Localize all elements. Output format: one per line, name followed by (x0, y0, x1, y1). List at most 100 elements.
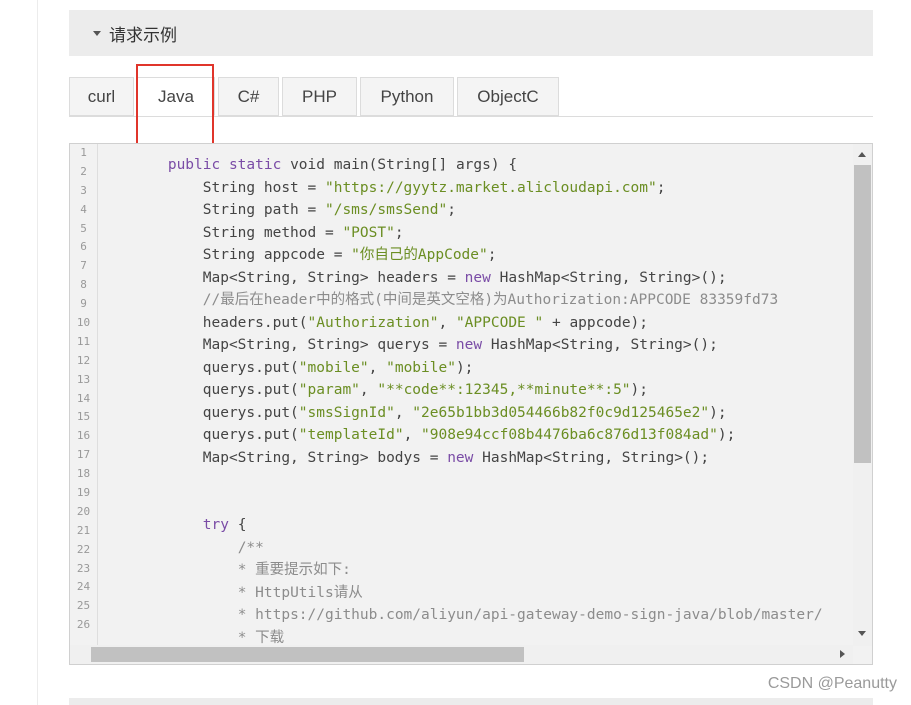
line-number: 1 (80, 146, 87, 159)
code-line: headers.put("Authorization", "APPCODE " … (98, 312, 852, 335)
line-number: 20 (76, 504, 91, 518)
next-section-header[interactable] (69, 698, 873, 705)
code-token: "https://gyytz.market.alicloudapi.com" (324, 179, 657, 196)
code-content[interactable]: public static void main(String[] args) {… (98, 154, 852, 644)
scroll-down-arrow-icon[interactable] (858, 631, 866, 636)
code-token: * 下载 (237, 629, 285, 645)
tab-csharp[interactable]: C# (218, 77, 279, 116)
code-token: "templateId" (298, 427, 404, 443)
line-number: 24 (76, 580, 91, 594)
code-token: String host = (98, 179, 325, 196)
code-editor[interactable]: 1 2 3 4 5 6 7 8 9 10 11 12 13 14 15 16 17 18 19 20 21 22 23 24 2… (69, 143, 873, 665)
line-number: 3 (80, 183, 87, 197)
code-line: Map<String, String> querys = new HashMap… (98, 334, 852, 357)
code-token: , (438, 314, 456, 331)
code-line: try { (98, 514, 852, 537)
code-token: HashMap<String, String>(); (490, 269, 727, 286)
line-number: 9 (80, 297, 87, 311)
code-token: "/sms/smsSend" (324, 202, 448, 218)
scroll-up-arrow-icon[interactable] (858, 152, 866, 157)
tab-objectc[interactable]: ObjectC (457, 77, 559, 116)
code-token: public static (167, 157, 282, 173)
code-token: HashMap<String, String>(); (473, 449, 710, 466)
line-number: 2 (80, 164, 87, 178)
code-token: * 重要提示如下: (237, 562, 351, 578)
code-token: , (359, 382, 378, 398)
code-token: "mobile" (298, 359, 369, 376)
left-divider (37, 0, 38, 705)
code-token: "smsSignId" (298, 404, 395, 421)
line-number: 23 (76, 561, 91, 575)
code-token: "param" (298, 382, 360, 398)
code-token: //最后在header中的格式(中间是英文空格)为Authorization:A… (202, 292, 779, 308)
line-number: 12 (76, 353, 91, 367)
highlight-annotation-box (136, 64, 214, 150)
code-line: * HttpUtils请从 (98, 582, 852, 605)
horizontal-scrollbar[interactable] (70, 645, 853, 664)
tab-curl[interactable]: curl (69, 77, 134, 116)
line-number: 26 (76, 618, 91, 632)
code-token: ; (394, 224, 404, 241)
request-example-header[interactable]: 请求示例 (69, 10, 873, 56)
code-token: "APPCODE " (455, 314, 544, 331)
line-number: 7 (80, 259, 87, 273)
code-token: String path = (98, 202, 325, 218)
caret-down-icon[interactable] (93, 30, 101, 36)
code-token: String appcode = (98, 247, 352, 263)
scroll-right-arrow-icon[interactable] (840, 650, 845, 658)
code-line: querys.put("param", "**code**:12345,**mi… (98, 379, 852, 402)
code-token: headers.put( (98, 314, 308, 331)
code-line: /** (98, 537, 852, 560)
code-token: Map<String, String> headers = (98, 269, 465, 286)
vertical-scrollbar[interactable] (853, 144, 872, 646)
line-number: 17 (76, 448, 91, 462)
section-title: 请求示例 (109, 25, 177, 46)
code-token: querys.put( (98, 359, 299, 376)
line-number: 25 (76, 599, 91, 613)
code-line: Map<String, String> headers = new HashMa… (98, 267, 852, 290)
code-line: * https://github.com/aliyun/api-gateway-… (98, 604, 852, 627)
code-token: new (464, 269, 491, 286)
code-line: String appcode = "你自己的AppCode"; (98, 244, 852, 267)
line-number: 13 (76, 372, 91, 386)
line-number: 21 (76, 523, 91, 537)
code-token: new (455, 337, 483, 353)
code-token: ; (656, 179, 666, 196)
code-token: ; (447, 202, 456, 218)
line-number: 22 (76, 542, 91, 556)
code-token: new (447, 449, 474, 466)
vertical-scroll-thumb[interactable] (854, 165, 871, 463)
code-line: //最后在header中的格式(中间是英文空格)为Authorization:A… (98, 289, 852, 312)
line-number: 4 (80, 202, 87, 216)
code-token: { (228, 517, 247, 533)
code-token: "**code**:12345,**minute**:5" (377, 382, 631, 398)
code-token: ); (455, 359, 474, 376)
line-number: 18 (76, 467, 91, 481)
code-token: , (394, 404, 413, 421)
code-token: HashMap<String, String>(); (482, 337, 718, 353)
line-number: 16 (76, 429, 91, 443)
code-line: Map<String, String> bodys = new HashMap<… (98, 447, 852, 470)
code-token: void main(String[] args) { (281, 157, 518, 173)
tab-php[interactable]: PHP (282, 77, 357, 116)
code-token: /** (237, 539, 264, 556)
code-token: , (403, 427, 422, 443)
code-line: querys.put("smsSignId", "2e65b1bb3d05446… (98, 402, 852, 425)
code-token: ); (630, 382, 649, 398)
code-token: * HttpUtils请从 (237, 584, 363, 601)
line-number: 5 (80, 221, 87, 235)
code-token: ; (487, 247, 497, 263)
code-token: "2e65b1bb3d054466b82f0c9d125465e2" (412, 404, 710, 421)
horizontal-scroll-thumb[interactable] (91, 647, 524, 662)
code-line: String path = "/sms/smsSend"; (98, 199, 852, 222)
code-token: Map<String, String> querys = (98, 337, 456, 353)
code-line: String method = "POST"; (98, 222, 852, 245)
tab-python[interactable]: Python (360, 77, 454, 116)
